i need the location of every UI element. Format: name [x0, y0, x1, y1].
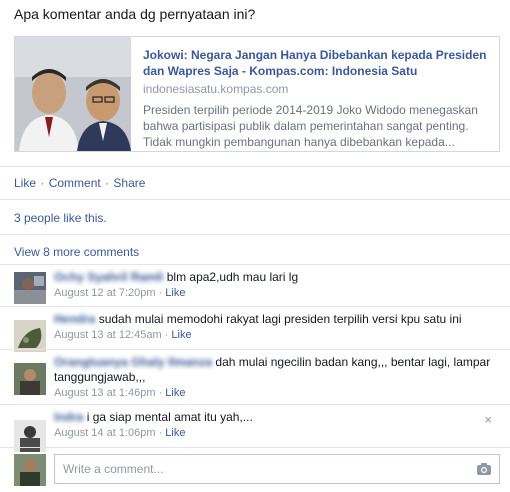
link-preview-card[interactable]: Jokowi: Negara Jangan Hanya Dibebankan k…: [14, 36, 500, 152]
post-text: Apa komentar anda dg pernyataan ini?: [14, 6, 256, 22]
separator: ·: [40, 176, 45, 190]
separator: ·: [105, 176, 110, 190]
avatar[interactable]: [14, 454, 46, 486]
comment-text: i ga siap mental amat itu yah,...: [86, 410, 253, 424]
comment-author[interactable]: Indra: [54, 410, 83, 424]
comment-item: Orangtuanya Ghaly Ilmanza dah mulai ngec…: [14, 355, 500, 401]
comment-time[interactable]: August 12 at 7:20pm: [54, 287, 156, 299]
likes-summary[interactable]: 3 people like this.: [14, 211, 107, 225]
divider: [0, 264, 510, 265]
link-description: Presiden terpilih periode 2014-2019 Joko…: [143, 103, 478, 149]
close-icon[interactable]: ×: [484, 412, 492, 427]
comment-item: Indra i ga siap mental amat itu yah,... …: [14, 410, 500, 452]
post-actions: Like · Comment · Share: [14, 176, 145, 190]
link-thumbnail-image: [15, 37, 131, 151]
divider: [0, 199, 510, 200]
comment-like-link[interactable]: Like: [171, 329, 191, 341]
divider: [0, 306, 510, 307]
comment-time[interactable]: August 13 at 1:46pm: [54, 387, 156, 399]
comment-like-link[interactable]: Like: [165, 287, 185, 299]
divider: [0, 234, 510, 235]
comment-item: Ochy Syahril Ramli blm apa2,udh mau lari…: [14, 270, 500, 304]
link-title[interactable]: Jokowi: Negara Jangan Hanya Dibebankan k…: [143, 47, 493, 79]
divider: [0, 447, 510, 448]
comment-action[interactable]: Comment: [49, 176, 101, 190]
comment-author[interactable]: Hendra: [54, 312, 95, 326]
comment-input[interactable]: [54, 454, 500, 484]
avatar[interactable]: [14, 272, 46, 304]
camera-icon[interactable]: [476, 462, 492, 476]
comment-author[interactable]: Orangtuanya Ghaly Ilmanza: [54, 355, 212, 369]
view-more-comments[interactable]: View 8 more comments: [14, 245, 139, 259]
comment-item: Hendra sudah mulai memodohi rakyat lagi …: [14, 312, 500, 352]
comment-like-link[interactable]: Like: [165, 387, 185, 399]
avatar[interactable]: [14, 363, 46, 395]
comment-author[interactable]: Ochy Syahril Ramli: [54, 270, 163, 284]
avatar[interactable]: [14, 320, 46, 352]
divider: [0, 404, 510, 405]
comment-composer: [14, 454, 500, 486]
link-domain: indonesiasatu.kompas.com: [143, 82, 289, 96]
link-thumbnail[interactable]: [15, 37, 131, 151]
divider: [0, 166, 510, 167]
comment-time[interactable]: August 13 at 12:45am: [54, 329, 162, 341]
comment-like-link[interactable]: Like: [165, 427, 185, 439]
share-action[interactable]: Share: [113, 176, 145, 190]
comment-text: sudah mulai memodohi rakyat lagi preside…: [98, 312, 462, 326]
divider: [0, 349, 510, 350]
comment-text: blm apa2,udh mau lari lg: [166, 270, 299, 284]
comment-time[interactable]: August 14 at 1:06pm: [54, 427, 156, 439]
like-action[interactable]: Like: [14, 176, 36, 190]
